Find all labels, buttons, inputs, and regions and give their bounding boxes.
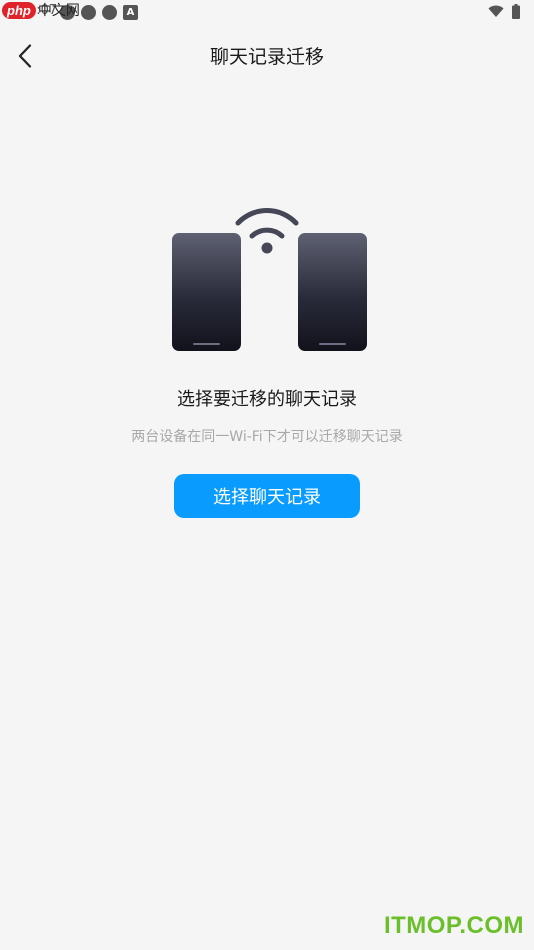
battery-icon	[512, 4, 520, 19]
select-chat-history-button[interactable]: 选择聊天记录	[174, 474, 360, 518]
sync-icon	[81, 5, 96, 20]
watermark-php-badge: php	[2, 1, 36, 19]
wifi-signal-icon	[235, 208, 299, 254]
nav-bar: 聊天记录迁移	[0, 28, 534, 84]
watermark-bottom: ITMOP.COM	[383, 912, 524, 939]
status-icons-right	[488, 4, 520, 19]
a-icon: A	[123, 5, 138, 20]
status-bar: 1:07 A php 中文网	[0, 0, 534, 28]
right-phone-icon	[298, 233, 367, 351]
subtitle-hint: 两台设备在同一Wi-Fi下才可以迁移聊天记录	[131, 429, 403, 445]
watermark-cn-text: 中文网	[37, 3, 80, 19]
page-title: 聊天记录迁移	[209, 46, 324, 68]
sync-icon	[102, 5, 117, 20]
two-phones-wifi-illustration	[172, 208, 367, 351]
wifi-icon	[488, 5, 504, 17]
watermark-top: php 中文网	[2, 0, 80, 20]
left-phone-icon	[172, 233, 241, 351]
main-title: 选择要迁移的聊天记录	[177, 389, 357, 410]
